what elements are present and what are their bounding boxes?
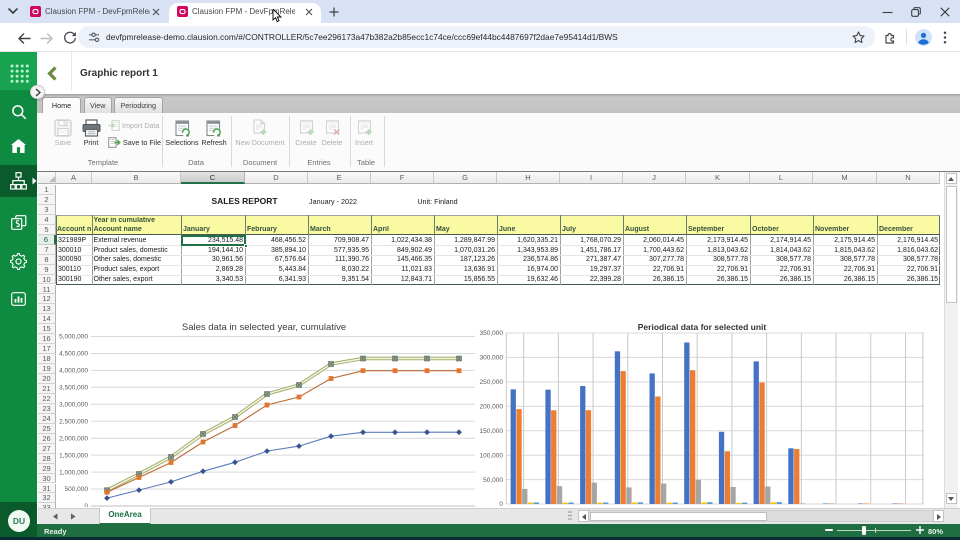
svg-text:500,000: 500,000 [65,486,89,493]
svg-text:4,500,000: 4,500,000 [59,351,88,358]
svg-text:4,000,000: 4,000,000 [59,368,88,375]
svg-text:Periodical data for selected u: Periodical data for selected unit [638,322,767,332]
svg-text:0: 0 [84,503,88,507]
svg-text:250,000: 250,000 [480,379,504,386]
svg-text:1,000,000: 1,000,000 [59,469,88,476]
svg-text:5,000,000: 5,000,000 [59,334,88,341]
svg-text:50,000: 50,000 [483,477,503,484]
svg-text:Sales data in selected year, c: Sales data in selected year, cumulative [182,322,346,333]
svg-text:3,500,000: 3,500,000 [59,385,88,392]
svg-text:3,000,000: 3,000,000 [59,402,88,409]
svg-text:1,500,000: 1,500,000 [59,452,88,459]
svg-text:2,500,000: 2,500,000 [59,419,88,426]
svg-text:150,000: 150,000 [480,428,504,435]
svg-text:0: 0 [499,501,503,507]
svg-text:350,000: 350,000 [480,330,504,337]
svg-text:300,000: 300,000 [480,355,504,362]
svg-text:100,000: 100,000 [480,452,504,459]
svg-text:200,000: 200,000 [480,404,504,411]
svg-text:2,000,000: 2,000,000 [59,435,88,442]
